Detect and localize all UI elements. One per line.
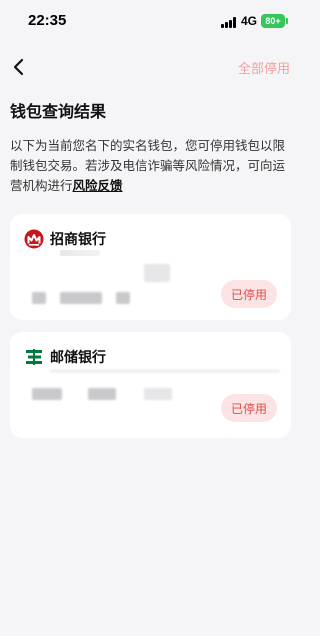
description-text: 以下为当前您名下的实名钱包，您可停用钱包以限制钱包交易。若涉及电信诈骗等风险情况…	[10, 138, 286, 193]
wallet-card: 招商银行 已停用	[10, 214, 291, 320]
stopped-button[interactable]: 已停用	[221, 280, 277, 308]
redacted-info	[144, 264, 170, 282]
bank-name: 邮储银行	[50, 350, 106, 366]
bank-header: 邮储银行	[24, 346, 106, 368]
redacted-info	[32, 388, 62, 400]
wallet-subtitle-redacted	[60, 250, 100, 256]
bank-header: 招商银行	[24, 228, 106, 250]
network-label: 4G	[241, 14, 258, 28]
redacted-info	[116, 292, 130, 304]
redacted-info	[60, 292, 102, 304]
chevron-left-icon	[13, 58, 24, 76]
status-time: 22:35	[28, 12, 67, 29]
redacted-info	[144, 388, 172, 400]
risk-feedback-link[interactable]: 风险反馈	[73, 178, 123, 193]
stopped-button[interactable]: 已停用	[221, 394, 277, 422]
bank-name: 招商银行	[50, 232, 106, 248]
wallet-card: 邮储银行 已停用	[10, 332, 291, 438]
signal-icon	[221, 17, 238, 28]
redacted-info	[32, 292, 46, 304]
description: 以下为当前您名下的实名钱包，您可停用钱包以限制钱包交易。若涉及电信诈骗等风险情况…	[10, 136, 292, 196]
redacted-info	[88, 388, 116, 400]
back-button[interactable]	[6, 54, 32, 80]
status-bar: 22:35 4G 80+	[0, 0, 300, 44]
redacted-info	[50, 370, 280, 372]
cmb-logo-icon	[24, 229, 44, 249]
nav-bar: 全部停用	[0, 50, 300, 84]
page-title: 钱包查询结果	[10, 102, 107, 121]
battery-icon: 80+	[261, 14, 288, 28]
stop-all-button[interactable]: 全部停用	[238, 58, 290, 77]
psbc-logo-icon	[26, 349, 42, 365]
